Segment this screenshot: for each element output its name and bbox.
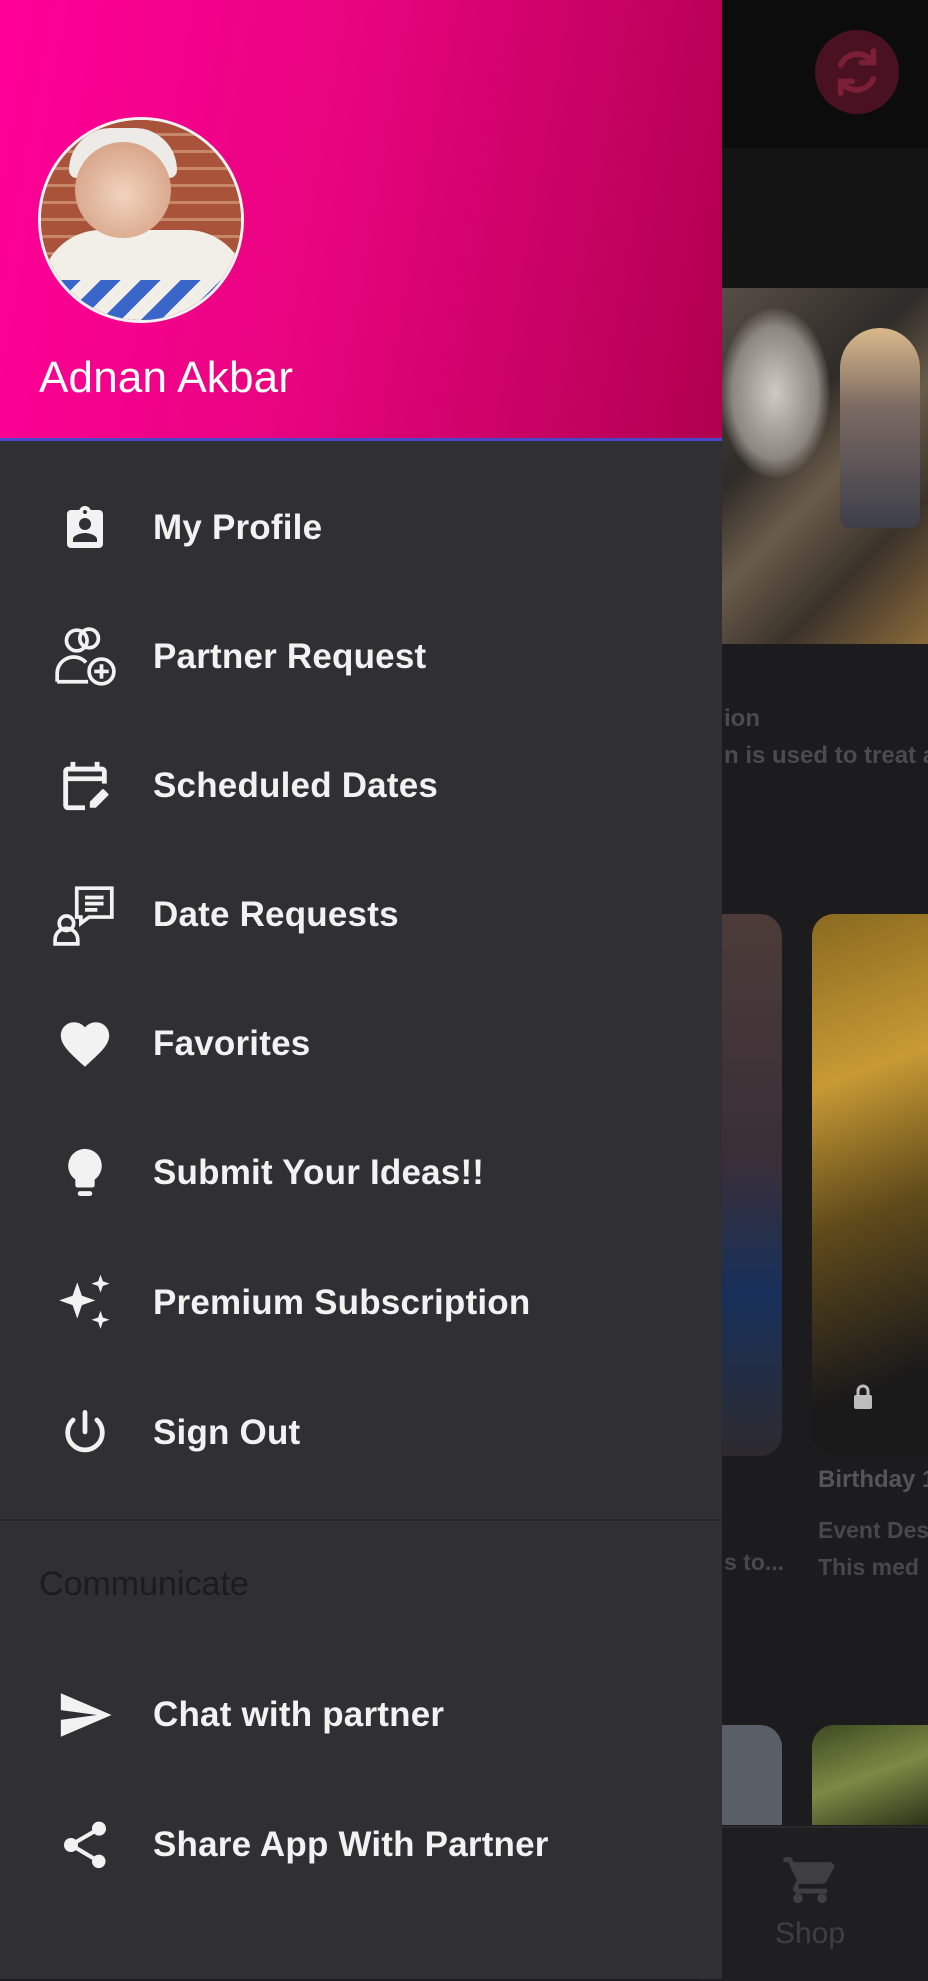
menu-item-label: Premium Subscription [153,1283,531,1322]
menu-item-label: Submit Your Ideas!! [153,1153,485,1192]
menu-item-label: Scheduled Dates [153,766,439,805]
heart-icon [50,1009,120,1079]
menu-divider [0,1519,722,1521]
menu-item-submit-ideas[interactable]: Submit Your Ideas!! [0,1118,722,1228]
section-title-communicate: Communicate [39,1565,249,1603]
calendar-edit-icon [50,751,120,821]
featured-description: ion n is used to treat a [724,700,928,774]
add-user-icon [50,622,120,692]
menu-item-label: Chat with partner [153,1695,445,1734]
user-name: Adnan Akbar [39,353,294,402]
menu-item-chat-with-partner[interactable]: Chat with partner [0,1660,722,1770]
menu-item-label: Sign Out [153,1413,301,1452]
menu-item-my-profile[interactable]: My Profile [0,473,722,583]
menu-item-partner-request[interactable]: Partner Request [0,602,722,712]
menu-item-premium-subscription[interactable]: Premium Subscription [0,1248,722,1358]
menu-item-date-requests[interactable]: Date Requests [0,860,722,970]
send-icon [50,1680,120,1750]
sparkles-icon [50,1268,120,1338]
person-chat-icon [50,880,120,950]
power-icon [50,1398,120,1468]
drawer-header: Adnan Akbar [0,0,722,441]
featured-image[interactable] [700,288,928,644]
menu-item-label: Share App With Partner [153,1825,549,1864]
bottom-nav-shop-label: Shop [774,1917,846,1950]
lightbulb-icon [50,1138,120,1208]
menu-item-label: Date Requests [153,895,399,934]
bottom-nav-shop[interactable]: Shop [745,1850,875,1951]
event-card-description-truncated: s to... [724,1549,785,1575]
featured-desc-line1: ion [724,705,760,732]
event-card[interactable] [812,914,928,1456]
sync-icon [837,48,877,96]
event-card-title: Birthday 1 [818,1466,928,1493]
event-card[interactable] [812,1725,928,1825]
menu-item-share-app[interactable]: Share App With Partner [0,1790,722,1900]
event-card-description: Event Des This med [818,1512,928,1586]
navigation-drawer: Adnan Akbar My Profile Partner Request S… [0,0,722,1979]
menu-item-label: My Profile [153,508,323,547]
featured-desc-line2: n is used to treat a [724,742,928,769]
menu-item-scheduled-dates[interactable]: Scheduled Dates [0,731,722,841]
badge-icon [50,493,120,563]
sync-button[interactable] [815,30,899,114]
menu-item-favorites[interactable]: Favorites [0,989,722,1099]
avatar[interactable] [38,117,244,323]
menu-item-label: Favorites [153,1024,311,1063]
event-card-desc-line1: Event Des [818,1517,928,1543]
share-icon [50,1810,120,1880]
cart-icon [783,1857,836,1904]
event-card-desc-line2: This med [818,1554,919,1580]
lock-icon [852,1384,874,1416]
menu-item-label: Partner Request [153,637,427,676]
menu-item-sign-out[interactable]: Sign Out [0,1378,722,1488]
